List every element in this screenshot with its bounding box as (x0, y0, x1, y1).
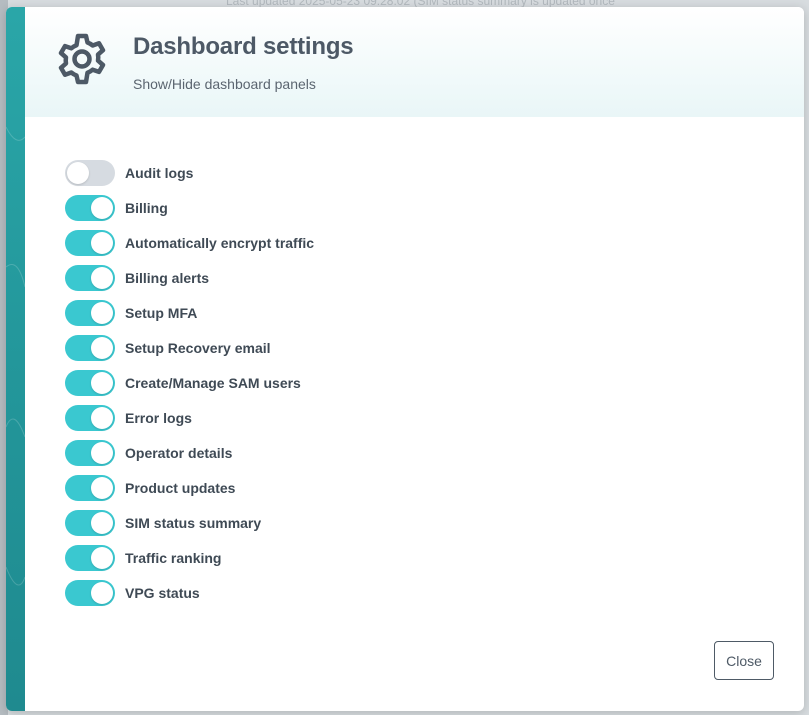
toggle-knob (91, 546, 113, 569)
toggle-knob (91, 371, 113, 394)
panel-label: Audit logs (125, 164, 194, 181)
toggle-setup-recovery-email[interactable] (65, 334, 115, 361)
panel-item-billing-alerts: Billing alerts (65, 260, 314, 295)
panel-item-create-manage-sam-users: Create/Manage SAM users (65, 365, 314, 400)
toggle-knob (91, 266, 113, 289)
dialog-accent-bar (6, 7, 25, 711)
toggle-setup-mfa[interactable] (65, 299, 115, 326)
panel-item-traffic-ranking: Traffic ranking (65, 540, 314, 575)
panel-item-setup-mfa: Setup MFA (65, 295, 314, 330)
panel-label: Automatically encrypt traffic (125, 234, 315, 251)
dashboard-settings-dialog: Dashboard settings Show/Hide dashboard p… (6, 7, 804, 711)
panel-label: VPG status (125, 584, 200, 601)
panel-item-error-logs: Error logs (65, 400, 314, 435)
toggle-vpg-status[interactable] (65, 579, 115, 606)
panel-item-sim-status-summary: SIM status summary (65, 505, 314, 540)
toggle-sim-status-summary[interactable] (65, 509, 115, 536)
toggle-automatically-encrypt-traffic[interactable] (65, 229, 115, 256)
toggle-operator-details[interactable] (65, 439, 115, 466)
panel-label: Setup Recovery email (125, 339, 271, 356)
panel-item-product-updates: Product updates (65, 470, 314, 505)
toggle-knob (91, 301, 113, 324)
panel-item-billing: Billing (65, 190, 314, 225)
panel-label: Traffic ranking (125, 549, 222, 566)
toggle-audit-logs[interactable] (65, 159, 115, 186)
panel-label: Product updates (125, 479, 236, 496)
dialog-header: Dashboard settings Show/Hide dashboard p… (25, 7, 804, 117)
panel-item-automatically-encrypt-traffic: Automatically encrypt traffic (65, 225, 314, 260)
panel-item-audit-logs: Audit logs (65, 155, 314, 190)
toggle-billing[interactable] (65, 194, 115, 221)
toggle-knob (91, 231, 113, 254)
close-button[interactable]: Close (714, 641, 774, 680)
toggle-knob (91, 336, 113, 359)
panel-item-setup-recovery-email: Setup Recovery email (65, 330, 314, 365)
toggle-product-updates[interactable] (65, 474, 115, 501)
panel-label: Setup MFA (125, 304, 198, 321)
toggle-knob (67, 161, 89, 184)
dialog-subtitle: Show/Hide dashboard panels (133, 76, 316, 92)
panel-label: SIM status summary (125, 514, 262, 531)
toggle-knob (91, 581, 113, 604)
dialog-title: Dashboard settings (133, 33, 354, 60)
toggle-create-manage-sam-users[interactable] (65, 369, 115, 396)
toggle-knob (91, 476, 113, 499)
panel-item-vpg-status: VPG status (65, 575, 314, 610)
panel-label: Operator details (125, 444, 233, 461)
panel-label: Error logs (125, 409, 192, 426)
toggle-knob (91, 441, 113, 464)
toggle-billing-alerts[interactable] (65, 264, 115, 291)
panel-label: Billing (125, 199, 168, 216)
panel-item-operator-details: Operator details (65, 435, 314, 470)
panel-label: Create/Manage SAM users (125, 374, 301, 391)
panel-label: Billing alerts (125, 269, 210, 286)
toggle-error-logs[interactable] (65, 404, 115, 431)
toggle-traffic-ranking[interactable] (65, 544, 115, 571)
gear-icon (58, 33, 106, 85)
toggle-knob (91, 196, 113, 219)
toggle-knob (91, 511, 113, 534)
panel-toggle-list: Audit logs Billing Automatically encrypt… (65, 155, 314, 610)
toggle-knob (91, 406, 113, 429)
